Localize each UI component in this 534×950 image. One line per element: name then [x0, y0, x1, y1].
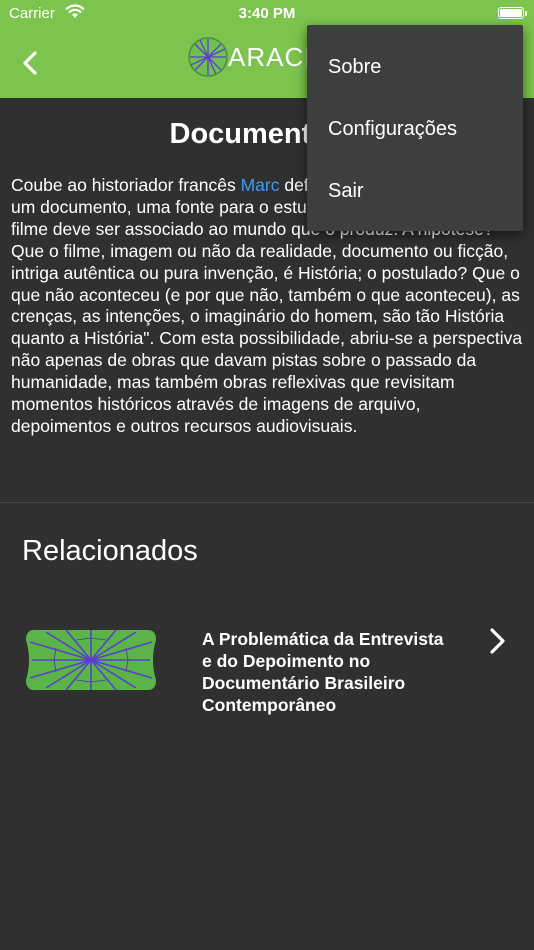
menu-item-configuracoes[interactable]: Configurações — [307, 98, 523, 160]
chevron-left-icon[interactable] — [14, 45, 50, 81]
menu-item-sobre[interactable]: Sobre — [307, 36, 523, 98]
leaf-logo-icon — [188, 37, 228, 77]
section-divider — [0, 502, 534, 503]
battery-icon — [498, 7, 524, 19]
related-list-item[interactable]: A Problemática da Entrevista e do Depoim… — [0, 610, 534, 750]
overflow-menu: Sobre Configurações Sair — [307, 25, 523, 231]
battery-tip — [525, 11, 527, 16]
clock: 3:40 PM — [238, 5, 296, 22]
status-bar: Carrier 3:40 PM — [0, 0, 534, 28]
chevron-right-icon — [490, 628, 505, 654]
related-item-title: A Problemática da Entrevista e do Depoim… — [202, 629, 444, 715]
article-text-start: Coube ao historiador francês — [11, 175, 241, 195]
related-section-title: Relacionados — [22, 535, 198, 567]
menu-item-sair[interactable]: Sair — [307, 160, 523, 222]
leaf-thumbnail-image — [26, 629, 156, 691]
author-link[interactable]: Marc — [241, 175, 280, 195]
